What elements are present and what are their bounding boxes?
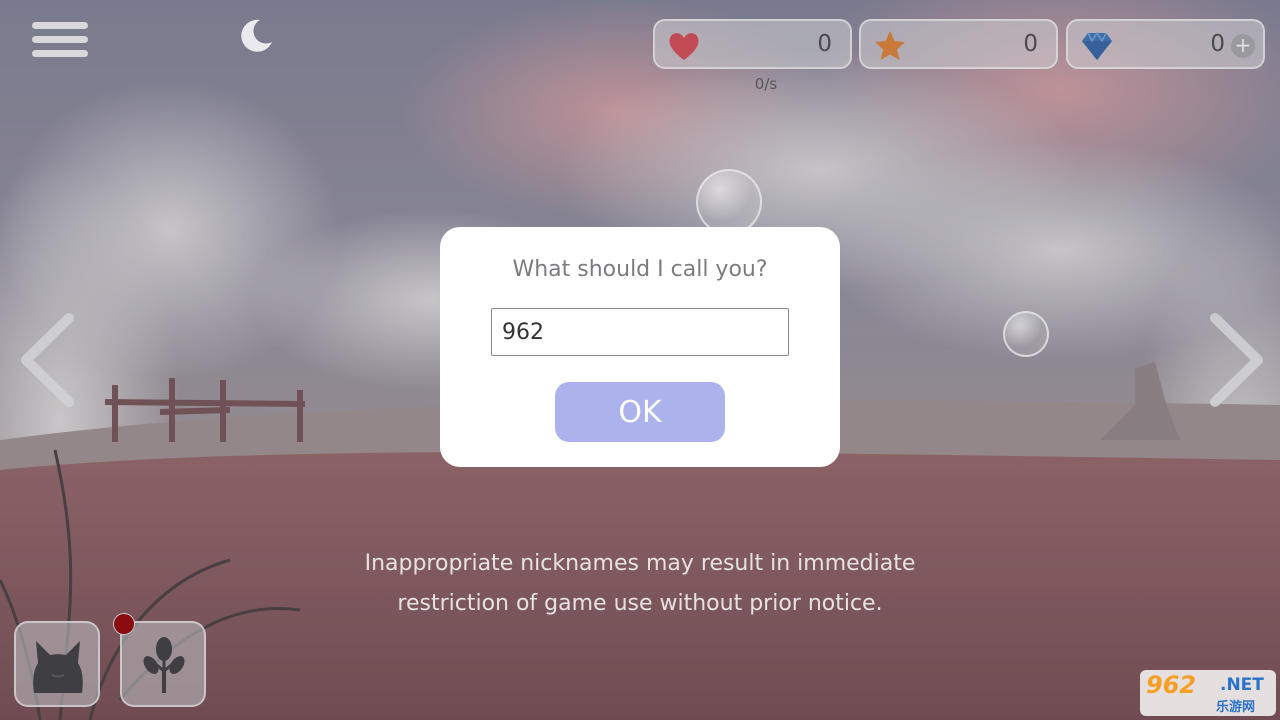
cat-icon: [33, 641, 83, 693]
menu-bar: [32, 22, 88, 29]
star-icon: [875, 31, 905, 60]
bubble[interactable]: [696, 169, 762, 235]
menu-bar: [32, 36, 88, 43]
tree-icon: [143, 637, 185, 693]
heart-rate: 0/s: [754, 75, 778, 93]
nickname-notice: Inappropriate nicknames may result in im…: [300, 544, 980, 624]
gems-counter: 0 +: [1066, 19, 1265, 69]
heart-icon: [669, 33, 699, 60]
nickname-input[interactable]: [491, 308, 789, 356]
chevron-left-icon[interactable]: [14, 310, 84, 410]
notice-line-1: Inappropriate nicknames may result in im…: [364, 551, 916, 576]
site-watermark: 962 .NET 乐游网: [1140, 670, 1276, 716]
menu-button[interactable]: [32, 22, 88, 64]
menu-bar: [32, 50, 88, 57]
bubble[interactable]: [1003, 311, 1049, 357]
ok-button[interactable]: OK: [555, 382, 725, 442]
chevron-right-icon[interactable]: [1200, 310, 1270, 410]
dialog-title: What should I call you?: [512, 257, 768, 282]
watermark-sub: 乐游网: [1216, 700, 1256, 715]
add-gems-button[interactable]: +: [1231, 34, 1255, 58]
stars-counter: 0: [859, 19, 1058, 69]
stars-value: 0: [1023, 31, 1038, 57]
cat-button[interactable]: [14, 621, 100, 707]
watermark-main: 962: [1146, 671, 1197, 699]
notice-line-2: restriction of game use without prior no…: [397, 591, 883, 616]
notification-dot: [113, 613, 135, 635]
hearts-value: 0: [817, 31, 832, 57]
tree-button[interactable]: [120, 621, 206, 707]
watermark-suffix: .NET: [1220, 675, 1264, 695]
moon-icon: [241, 19, 272, 52]
nickname-dialog: What should I call you? OK: [440, 227, 840, 467]
gems-value: 0: [1210, 31, 1225, 57]
gem-icon: [1082, 31, 1112, 60]
hearts-counter: 0: [653, 19, 852, 69]
